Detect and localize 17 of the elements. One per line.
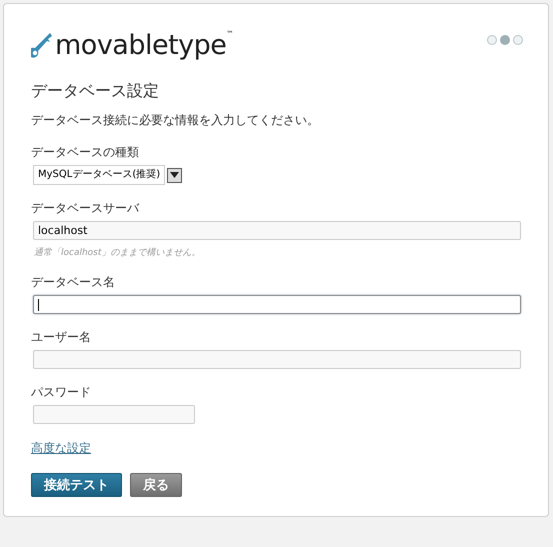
connection-test-button[interactable]: 接続テスト xyxy=(31,473,122,497)
wrench-icon xyxy=(31,32,53,60)
back-button[interactable]: 戻る xyxy=(130,473,182,497)
hint-text: 通常「localhost」のままで構いません。 xyxy=(34,246,200,259)
advanced-settings-link[interactable]: 高度な設定 xyxy=(31,440,91,457)
page-title: データベース設定 xyxy=(31,81,160,102)
field-label: データベース名 xyxy=(31,274,115,291)
field-label: データベースの種類 xyxy=(31,144,139,161)
field-label: パスワード xyxy=(31,384,91,401)
description-text: データベース接続に必要な情報を入力してください。 xyxy=(31,112,319,129)
input-field[interactable] xyxy=(33,405,195,424)
input-field[interactable] xyxy=(33,350,521,369)
field-label: ユーザー名 xyxy=(31,329,91,346)
database-type-select[interactable]: MySQLデータベース(推奨) xyxy=(33,165,166,185)
input-field[interactable]: localhost xyxy=(33,221,521,240)
field-label: データベースサーバ xyxy=(31,200,139,217)
input-field[interactable] xyxy=(33,295,521,314)
